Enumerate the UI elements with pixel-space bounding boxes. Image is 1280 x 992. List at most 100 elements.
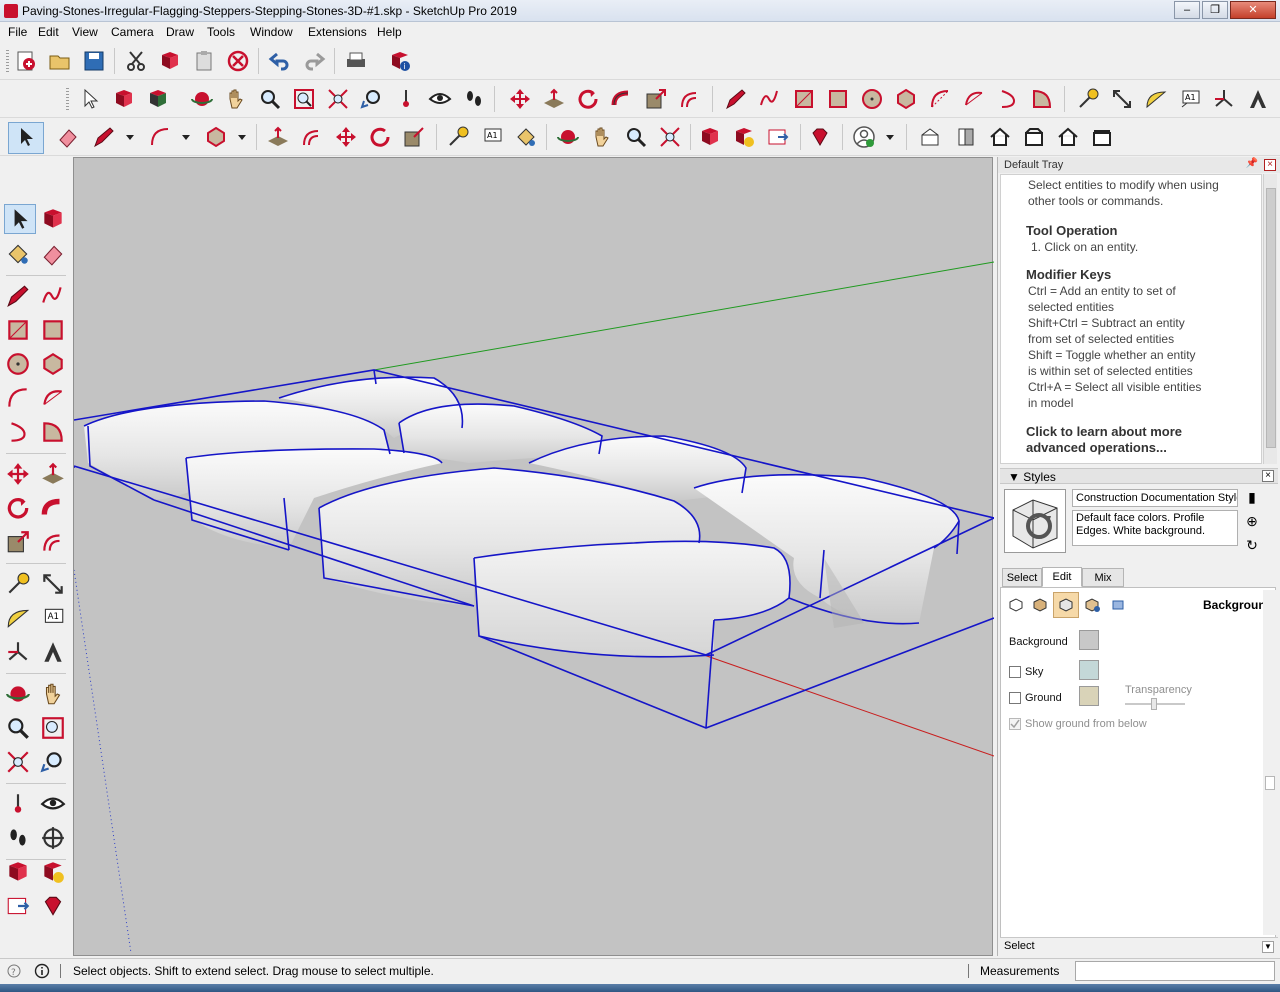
toolbar-grip[interactable] — [6, 50, 9, 72]
drawing-viewport[interactable] — [73, 157, 995, 957]
restore-button[interactable]: ❐ — [1202, 1, 1228, 19]
make-component-icon[interactable] — [40, 206, 66, 232]
3d-warehouse-icon[interactable] — [698, 125, 722, 149]
extension-manager-ruby-icon[interactable] — [808, 125, 832, 149]
pan-hand-icon[interactable] — [590, 125, 614, 149]
circle-icon[interactable] — [5, 351, 31, 377]
eraser-icon[interactable] — [40, 241, 66, 267]
extension-manager-ruby-icon[interactable] — [40, 893, 66, 919]
rotated-rectangle-icon[interactable] — [40, 317, 66, 343]
pie-icon[interactable] — [1030, 87, 1054, 111]
learn-more-link[interactable]: advanced operations... — [1026, 440, 1167, 456]
polygon-icon[interactable] — [40, 351, 66, 377]
protractor-icon[interactable] — [5, 605, 31, 631]
pie-icon[interactable] — [40, 419, 66, 445]
style-name-field[interactable]: Construction Documentation Style — [1072, 489, 1238, 507]
ground-checkbox[interactable] — [1009, 692, 1021, 704]
toolbar-grip[interactable] — [66, 88, 69, 110]
rectangle-icon[interactable] — [792, 87, 816, 111]
look-around-eye-icon[interactable] — [40, 791, 66, 817]
rotate-icon[interactable] — [5, 495, 31, 521]
front-view-icon[interactable] — [988, 125, 1012, 149]
send-to-layout-icon[interactable] — [5, 893, 31, 919]
3d-text-icon[interactable] — [40, 639, 66, 665]
scrollbar-thumb[interactable] — [1265, 776, 1275, 790]
pan-hand-icon[interactable] — [40, 681, 66, 707]
style-thumbnail[interactable] — [1004, 489, 1066, 553]
freehand-icon[interactable] — [40, 283, 66, 309]
menu-tools[interactable]: Tools — [207, 25, 235, 39]
paint-bucket-icon[interactable] — [514, 125, 538, 149]
circle-icon[interactable] — [860, 87, 884, 111]
sky-color-swatch[interactable] — [1079, 660, 1099, 680]
undo-icon[interactable] — [268, 49, 292, 73]
tape-measure-icon[interactable] — [5, 571, 31, 597]
previous-view-icon[interactable] — [360, 87, 384, 111]
follow-me-icon[interactable] — [40, 495, 66, 521]
minimize-button[interactable]: ‒ — [1174, 1, 1200, 19]
info-icon[interactable] — [34, 963, 50, 979]
3d-warehouse-icon[interactable] — [5, 859, 31, 885]
menu-edit[interactable]: Edit — [38, 25, 59, 39]
tray-close-button[interactable]: × — [1264, 159, 1276, 171]
extension-warehouse-icon[interactable] — [40, 859, 66, 885]
pin-icon[interactable]: 📌 — [1246, 158, 1258, 169]
line-pencil-icon[interactable] — [92, 125, 116, 149]
offset-icon[interactable] — [300, 125, 324, 149]
sky-checkbox[interactable] — [1009, 666, 1021, 678]
zoom-extents-icon[interactable] — [658, 125, 682, 149]
right-view-icon[interactable] — [1022, 125, 1046, 149]
scale-icon[interactable] — [644, 87, 668, 111]
previous-view-icon[interactable] — [40, 749, 66, 775]
3d-text-icon[interactable] — [1246, 87, 1270, 111]
menu-draw[interactable]: Draw — [166, 25, 194, 39]
iso-view-icon[interactable] — [918, 125, 942, 149]
redo-icon[interactable] — [302, 49, 326, 73]
freehand-icon[interactable] — [758, 87, 782, 111]
protractor-icon[interactable] — [1144, 87, 1168, 111]
open-folder-icon[interactable] — [48, 49, 72, 73]
create-style-icon[interactable]: ▮ — [1244, 489, 1260, 505]
erase-icon[interactable] — [226, 49, 250, 73]
follow-me-icon[interactable] — [610, 87, 634, 111]
styles-panel-header[interactable]: ▼ Styles × — [1000, 468, 1278, 484]
position-camera-icon[interactable] — [5, 791, 31, 817]
axes-icon[interactable] — [1212, 87, 1236, 111]
make-component-icon[interactable] — [112, 87, 136, 111]
styles-close-button[interactable]: × — [1262, 470, 1274, 482]
axes-icon[interactable] — [5, 639, 31, 665]
text-icon[interactable]: A1 — [480, 125, 504, 149]
push-pull-icon[interactable] — [40, 461, 66, 487]
menu-window[interactable]: Window — [250, 25, 293, 39]
select-arrow-icon[interactable] — [14, 125, 38, 149]
move-icon[interactable] — [334, 125, 358, 149]
copy-icon[interactable] — [158, 49, 182, 73]
chevron-down-icon[interactable]: ▼ — [1262, 941, 1274, 953]
zoom-window-icon[interactable] — [40, 715, 66, 741]
scale-icon[interactable] — [5, 529, 31, 555]
polygon-icon[interactable] — [204, 125, 228, 149]
model-canvas[interactable] — [73, 158, 995, 957]
dimension-icon[interactable] — [1110, 87, 1134, 111]
left-view-icon[interactable] — [1090, 125, 1114, 149]
zoom-icon[interactable] — [624, 125, 648, 149]
transparency-slider-knob[interactable] — [1151, 698, 1157, 710]
rectangle-icon[interactable] — [5, 317, 31, 343]
cut-icon[interactable] — [124, 49, 148, 73]
model-info-icon[interactable]: i — [388, 49, 412, 73]
ground-color-swatch[interactable] — [1079, 686, 1099, 706]
arc-icon[interactable] — [928, 87, 952, 111]
edge-settings-icon[interactable] — [1007, 596, 1025, 614]
collapse-triangle-icon[interactable]: ▼ — [1008, 470, 1023, 484]
refresh-style-icon[interactable]: ↻ — [1244, 537, 1260, 553]
send-to-layout-icon[interactable] — [766, 125, 790, 149]
make-group-icon[interactable] — [146, 87, 170, 111]
move-icon[interactable] — [5, 461, 31, 487]
select-arrow-icon[interactable] — [7, 206, 33, 232]
tab-mix[interactable]: Mix — [1082, 568, 1124, 587]
two-point-arc-icon[interactable] — [40, 385, 66, 411]
eraser-icon[interactable] — [56, 125, 80, 149]
rotate-icon[interactable] — [576, 87, 600, 111]
look-around-eye-icon[interactable] — [428, 87, 452, 111]
top-view-icon[interactable] — [954, 125, 978, 149]
